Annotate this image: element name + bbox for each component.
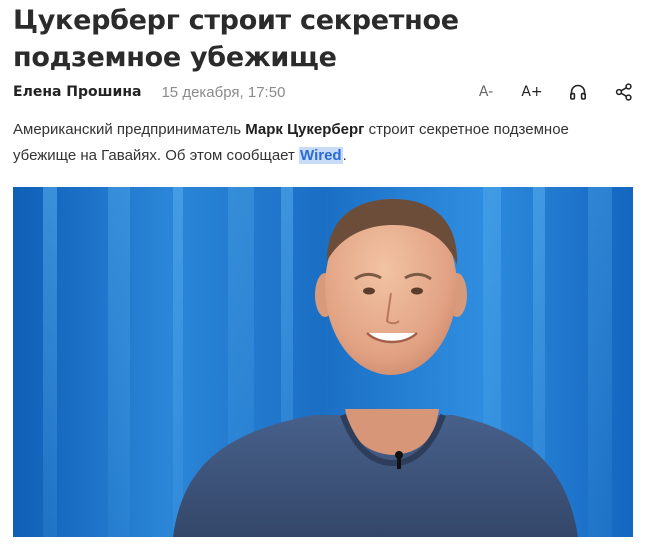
publish-date: 15 декабря, 17:50 [161,83,286,101]
article-title: Цукерберг строит секретное подземное убе… [13,5,459,73]
listen-button[interactable] [567,81,589,103]
lead-text-1: Американский предприниматель [13,121,246,138]
author-name[interactable]: Елена Прошина [13,84,141,100]
lead-text-3: . [342,147,347,164]
article-toolbar: A- A+ [451,81,635,103]
headphones-icon [569,84,587,100]
share-button[interactable] [613,81,635,103]
portrait-illustration [13,187,633,537]
font-increase-button[interactable]: A+ [521,81,543,103]
font-decrease-button[interactable]: A- [475,81,497,103]
article-lead: Американский предприниматель Марк Цукерб… [13,117,633,169]
lead-person: Марк Цукерберг [245,121,365,138]
font-decrease-label: A- [478,84,494,100]
share-icon [615,83,632,101]
article-meta: Елена Прошина 15 декабря, 17:50 A- A+ [13,80,635,104]
article-photo [13,187,633,537]
font-increase-label: A+ [521,84,543,100]
source-link[interactable]: Wired [299,147,343,164]
